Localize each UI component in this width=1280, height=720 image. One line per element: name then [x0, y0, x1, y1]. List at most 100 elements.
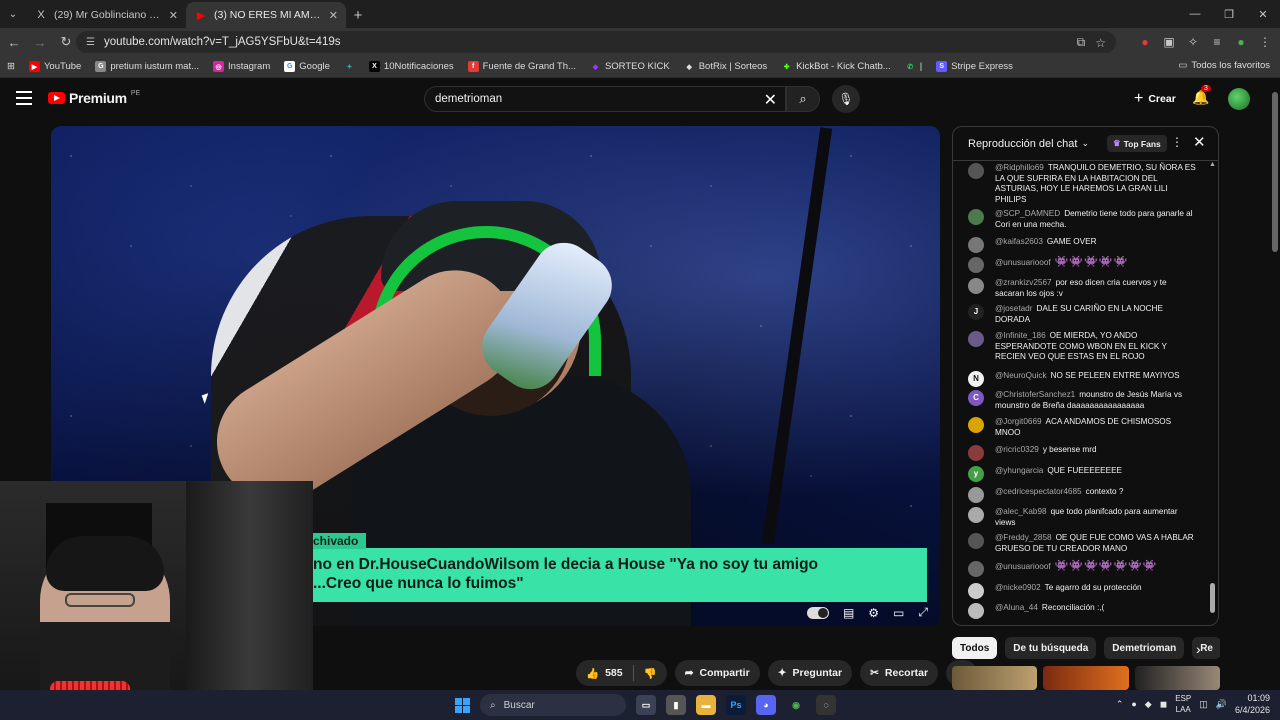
theater-mode-icon[interactable]: ▭: [893, 606, 904, 620]
chat-author-avatar[interactable]: [968, 561, 984, 577]
chat-author-name[interactable]: @josetadr: [995, 304, 1032, 313]
search-button[interactable]: ⌕: [786, 86, 820, 112]
chat-author-name[interactable]: @ricric0329: [995, 445, 1039, 454]
tab-search-chevron-icon[interactable]: ⌄: [0, 0, 26, 28]
bookmark-sorteo-kick[interactable]: ◆ SORTEO KICK: [583, 61, 677, 72]
youtube-logo[interactable]: Premium PE: [48, 90, 140, 106]
app-icon[interactable]: ▮: [666, 695, 686, 715]
tray-app-icon[interactable]: ●: [1131, 699, 1136, 709]
windows-start-icon[interactable]: [455, 698, 470, 713]
create-button[interactable]: + Crear: [1126, 87, 1184, 111]
chat-title[interactable]: Reproducción del chat: [968, 138, 1077, 150]
photoshop-icon[interactable]: Ps: [726, 695, 746, 715]
chat-author-name[interactable]: @cedricespectator4685: [995, 487, 1082, 496]
chat-author-name[interactable]: @NeuroQuick: [995, 371, 1047, 380]
hamburger-menu-icon[interactable]: [16, 91, 32, 105]
obs-icon[interactable]: ◌: [816, 695, 836, 715]
chat-author-avatar[interactable]: [968, 237, 984, 253]
search-input[interactable]: demetrioman ✕: [424, 86, 786, 112]
chevron-down-icon[interactable]: ⌄: [1081, 138, 1089, 149]
chat-author-avatar[interactable]: [968, 445, 984, 461]
bookmark-notificaciones[interactable]: X 10Notificaciones: [362, 61, 461, 72]
bookmark-star-icon[interactable]: ☆: [1095, 36, 1106, 50]
tab-close-icon[interactable]: ✕: [169, 9, 178, 22]
chat-author-avatar[interactable]: [968, 257, 984, 273]
chat-author-avatar[interactable]: J: [968, 304, 984, 320]
back-arrow-icon[interactable]: ←: [2, 30, 26, 54]
bookmark-kickbot[interactable]: ✚ KickBot - Kick Chatb...: [774, 61, 898, 72]
notifications-bell-icon[interactable]: 🔔 3: [1192, 85, 1211, 106]
bookmark-instagram[interactable]: ◎ Instagram: [206, 61, 277, 72]
language-indicator[interactable]: ESP LAA: [1175, 693, 1191, 715]
site-info-icon[interactable]: ☰: [86, 37, 95, 48]
bookmark-google[interactable]: G Google: [277, 61, 337, 72]
chat-author-name[interactable]: @unusuariooof: [995, 258, 1051, 267]
related-video-thumbnail[interactable]: [952, 666, 1038, 690]
extension-icon[interactable]: ▣: [1162, 35, 1176, 49]
close-window-icon[interactable]: ✕: [1246, 0, 1280, 28]
share-button[interactable]: ➦ Compartir: [674, 660, 760, 686]
volume-icon[interactable]: 🔊: [1216, 699, 1227, 710]
chat-author-avatar[interactable]: [968, 507, 984, 523]
fullscreen-icon[interactable]: ⤢: [918, 605, 928, 620]
record-extension-icon[interactable]: ●: [1138, 35, 1152, 49]
chip-demetrioman[interactable]: Demetrioman: [1104, 637, 1185, 659]
chat-author-avatar[interactable]: [968, 331, 984, 347]
chat-more-icon[interactable]: ⋮: [1171, 135, 1183, 149]
menu-kebab-icon[interactable]: ⋮: [1258, 35, 1272, 49]
chip-todos[interactable]: Todos: [952, 637, 998, 659]
chat-author-avatar[interactable]: [968, 603, 984, 619]
chat-author-avatar[interactable]: [968, 163, 984, 179]
network-icon[interactable]: ◫: [1199, 699, 1208, 710]
chat-author-name[interactable]: @ChristoferSanchez1: [995, 390, 1075, 399]
chip-de-tu-busqueda[interactable]: De tu búsqueda: [1005, 637, 1097, 659]
chat-author-avatar[interactable]: [968, 278, 984, 294]
discord-icon[interactable]: ◕: [756, 695, 776, 715]
forward-arrow-icon[interactable]: →: [28, 30, 52, 54]
chat-author-avatar[interactable]: [968, 533, 984, 549]
clip-button[interactable]: ✂ Recortar: [860, 660, 939, 686]
subtitles-icon[interactable]: ▤: [843, 606, 854, 620]
chat-author-name[interactable]: @kaifas2603: [995, 237, 1043, 246]
chat-author-name[interactable]: @Freddy_2858: [995, 533, 1052, 542]
all-bookmarks[interactable]: ▭ Todos los favoritos: [1178, 60, 1270, 71]
tray-chevron-icon[interactable]: ⌃: [1116, 699, 1124, 710]
chat-author-name[interactable]: @alec_Kab98: [995, 507, 1047, 516]
thumbs-up-icon[interactable]: 👍: [586, 667, 599, 680]
clear-search-icon[interactable]: ✕: [764, 90, 777, 110]
browser-tab[interactable]: X (29) Mr Goblinciano en X: "Vlad ✕: [26, 2, 186, 28]
chat-author-avatar[interactable]: y: [968, 466, 984, 482]
chevron-right-icon[interactable]: ›: [1196, 641, 1201, 657]
chat-author-name[interactable]: @yhungarcia: [995, 466, 1043, 475]
clock[interactable]: 01:09 6/4/2026: [1235, 692, 1270, 716]
chat-author-avatar[interactable]: [968, 417, 984, 433]
bookmark-whatsapp[interactable]: ✆ |: [898, 61, 929, 72]
extensions-puzzle-icon[interactable]: ✧: [1186, 35, 1200, 49]
thumbs-down-icon[interactable]: 👎: [644, 667, 657, 680]
chat-author-avatar[interactable]: N: [968, 371, 984, 387]
scroll-up-icon[interactable]: ▲: [1209, 161, 1216, 168]
chat-author-avatar[interactable]: [968, 487, 984, 503]
taskbar-search[interactable]: ⌕ Buscar: [480, 694, 626, 716]
account-avatar[interactable]: [1228, 88, 1250, 110]
profile-avatar-icon[interactable]: ●: [1234, 35, 1248, 49]
page-scroll-thumb[interactable]: [1272, 92, 1278, 252]
like-dislike-button[interactable]: 👍 585 👎: [576, 660, 667, 686]
bookmark-stripe[interactable]: S Stripe Express: [929, 61, 1020, 72]
chat-author-avatar[interactable]: C: [968, 390, 984, 406]
restore-icon[interactable]: ❐: [1212, 0, 1246, 28]
chat-scrollbar[interactable]: ▲: [1209, 161, 1216, 623]
related-video-thumbnail[interactable]: [1043, 666, 1129, 690]
apps-grid-icon[interactable]: ⊞: [0, 61, 22, 72]
bookmark-pretium[interactable]: Gpretium iustum mat...: [88, 61, 206, 72]
tray-app-icon[interactable]: ◼: [1160, 699, 1167, 710]
reload-icon[interactable]: ↻: [54, 30, 78, 54]
chat-author-name[interactable]: @nicke0902: [995, 583, 1041, 592]
chat-author-name[interactable]: @Jorgit0669: [995, 417, 1042, 426]
file-explorer-icon[interactable]: ▬: [696, 695, 716, 715]
chat-author-name[interactable]: @Ridphillo69: [995, 163, 1044, 172]
reading-list-icon[interactable]: ≡: [1210, 35, 1224, 49]
browser-tab-active[interactable]: ▶ (3) NO ERES MI AMIGO BASURA ✕: [186, 2, 346, 28]
related-video-thumbnail[interactable]: [1134, 666, 1220, 690]
top-fans-badge[interactable]: ♛ Top Fans: [1107, 135, 1167, 152]
